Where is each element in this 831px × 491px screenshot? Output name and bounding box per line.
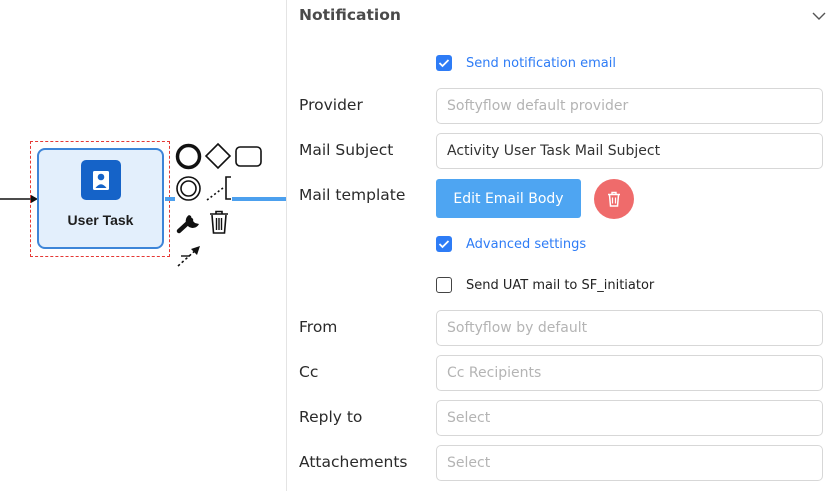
task-label: User Task <box>67 212 134 228</box>
diagram-canvas[interactable]: User Task <box>0 0 286 491</box>
send-notification-label: Send notification email <box>466 55 616 71</box>
edit-email-body-button[interactable]: Edit Email Body <box>436 179 581 218</box>
checkbox-checked-icon[interactable] <box>436 55 452 71</box>
intermediate-event-icon[interactable] <box>175 175 202 202</box>
advanced-settings-label: Advanced settings <box>466 236 587 252</box>
mail-subject-input[interactable] <box>436 133 823 169</box>
task-shape-icon[interactable] <box>234 145 264 168</box>
send-uat-label: Send UAT mail to SF_initiator <box>466 277 655 293</box>
cc-input[interactable] <box>436 355 823 391</box>
provider-input[interactable] <box>436 88 823 124</box>
from-label: From <box>299 318 338 336</box>
trash-icon[interactable] <box>207 209 231 235</box>
wrench-icon[interactable] <box>175 209 203 235</box>
advanced-settings-checkbox[interactable]: Advanced settings <box>436 236 586 252</box>
checkbox-checked-icon[interactable] <box>436 236 452 252</box>
send-uat-checkbox[interactable]: Send UAT mail to SF_initiator <box>436 277 654 293</box>
provider-label: Provider <box>299 96 363 114</box>
checkbox-unchecked-icon[interactable] <box>436 277 452 293</box>
reply-to-label: Reply to <box>299 408 363 426</box>
start-event-icon[interactable] <box>175 143 202 170</box>
text-annotation-icon[interactable] <box>204 174 234 204</box>
reply-to-select[interactable] <box>436 400 823 436</box>
from-input[interactable] <box>436 310 823 346</box>
connector-stub <box>165 197 175 201</box>
trash-icon <box>608 191 620 207</box>
properties-panel: Notification Send notification email Pro… <box>286 0 831 491</box>
attachments-select[interactable] <box>436 445 823 481</box>
user-icon <box>81 160 121 200</box>
delete-template-button[interactable] <box>594 179 634 219</box>
mail-subject-label: Mail Subject <box>299 141 394 159</box>
mail-template-label: Mail template <box>299 186 406 204</box>
chevron-down-icon[interactable] <box>811 10 827 22</box>
send-notification-checkbox[interactable]: Send notification email <box>436 55 616 71</box>
outgoing-connector[interactable] <box>232 197 286 201</box>
attachments-label: Attachements <box>299 453 408 471</box>
gateway-icon[interactable] <box>204 142 232 170</box>
cc-label: Cc <box>299 363 319 381</box>
connect-arrow-icon[interactable] <box>175 243 203 269</box>
user-task-node[interactable]: User Task <box>37 148 164 249</box>
panel-title: Notification <box>299 6 401 24</box>
